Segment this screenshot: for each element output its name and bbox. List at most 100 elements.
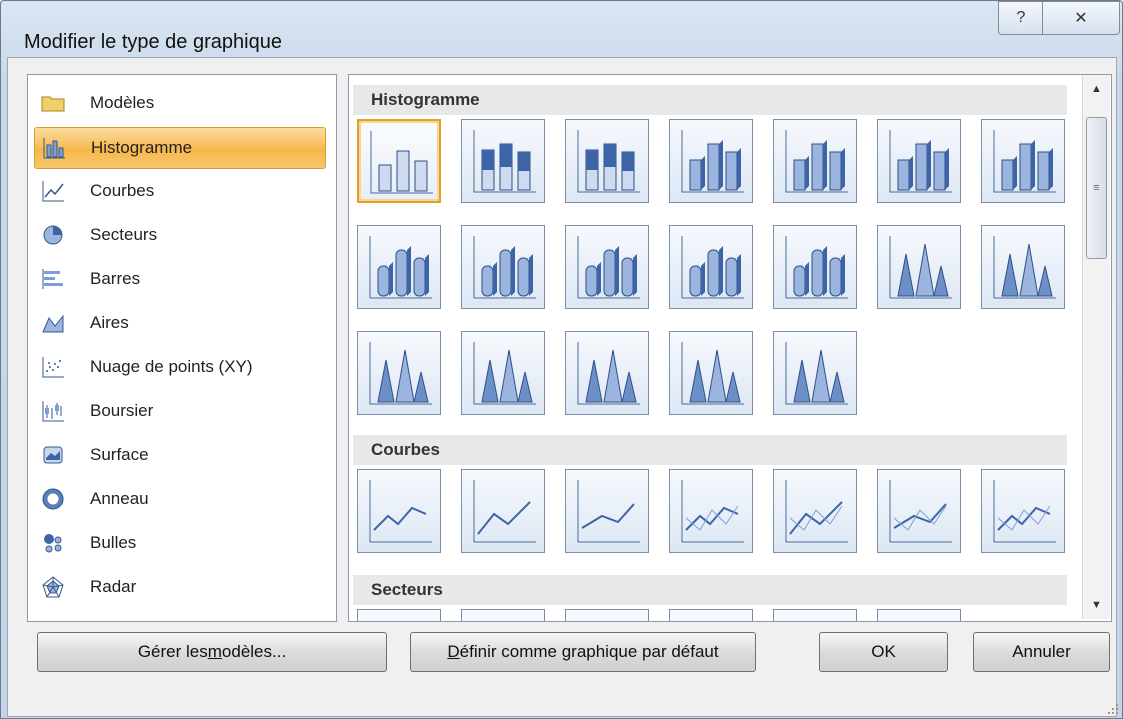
- chart-subtype-icon: [782, 618, 850, 622]
- chart-subtype-thumb[interactable]: [461, 331, 545, 415]
- chart-subtype-icon: [678, 618, 746, 622]
- chart-subtype-thumb[interactable]: [565, 331, 649, 415]
- scroll-up-arrow[interactable]: ▲: [1083, 75, 1110, 103]
- category-item-aires[interactable]: Aires: [34, 303, 324, 343]
- manage-label-post: odèles...: [221, 642, 287, 661]
- chart-subtype-thumb[interactable]: [461, 609, 545, 621]
- category-item-anneau[interactable]: Anneau: [34, 479, 324, 519]
- category-item-modeles[interactable]: Modèles: [34, 83, 324, 123]
- chart-subtype-icon: [577, 236, 640, 299]
- chart-subtype-thumb[interactable]: [461, 119, 545, 203]
- chart-subtype-thumb[interactable]: [669, 225, 753, 309]
- chart-subtype-icon: [681, 480, 744, 543]
- chart-subtype-icon: [993, 480, 1056, 543]
- chart-subtype-icon: [889, 236, 952, 299]
- chart-subtype-thumb[interactable]: [877, 609, 961, 622]
- section-header-histogramme: Histogramme: [353, 85, 1067, 115]
- stock-chart-icon: [40, 398, 66, 424]
- category-item-courbes[interactable]: Courbes: [34, 171, 324, 211]
- category-label: Histogramme: [91, 138, 193, 157]
- chart-subtype-icon: [473, 480, 536, 543]
- category-item-bulles[interactable]: Bulles: [34, 523, 324, 563]
- chart-subtype-thumb[interactable]: [565, 119, 649, 203]
- chart-subtype-icon: [681, 236, 744, 299]
- category-item-surface[interactable]: Surface: [34, 435, 324, 475]
- set-default-chart-button[interactable]: Définir comme graphique par défaut: [410, 632, 756, 672]
- surface-chart-icon: [40, 442, 66, 468]
- folder-icon: [40, 90, 66, 116]
- chart-subtype-thumb[interactable]: [773, 225, 857, 309]
- chart-subtype-gallery: Histogramme Courbes Secteurs: [348, 74, 1112, 622]
- chart-subtype-thumb[interactable]: [669, 119, 753, 203]
- manage-label-pre: Gérer les: [137, 642, 208, 661]
- chart-subtype-thumb[interactable]: [565, 609, 649, 622]
- section-header-secteurs: Secteurs: [353, 575, 1067, 605]
- pie-chart-icon: [40, 222, 66, 248]
- category-label: Radar: [90, 577, 137, 596]
- category-label: Modèles: [90, 93, 155, 112]
- close-button[interactable]: ✕: [1042, 1, 1120, 35]
- category-item-barres[interactable]: Barres: [34, 259, 324, 299]
- chart-subtype-thumb[interactable]: [981, 469, 1065, 553]
- bar-chart-icon: [40, 266, 66, 292]
- chart-subtype-thumb[interactable]: [773, 331, 857, 415]
- chart-subtype-icon: [681, 130, 744, 193]
- default-label-accel: D: [447, 642, 460, 661]
- chart-subtype-icon: [886, 618, 954, 622]
- help-button[interactable]: ?: [998, 1, 1044, 35]
- ok-button[interactable]: OK: [819, 632, 948, 672]
- category-label: Surface: [90, 445, 149, 464]
- gallery-scrollbar[interactable]: ▲ ≡ ▼: [1082, 75, 1110, 619]
- cancel-button[interactable]: Annuler: [973, 632, 1110, 672]
- chart-subtype-icon: [577, 342, 640, 405]
- bubble-chart-icon: [40, 530, 66, 556]
- chart-subtype-thumb[interactable]: [877, 225, 961, 309]
- chart-subtype-icon: [473, 342, 536, 405]
- default-label-post: éfinir comme graphique par défaut: [459, 642, 719, 661]
- chart-subtype-thumb[interactable]: [357, 331, 441, 415]
- chart-subtype-thumb[interactable]: [877, 469, 961, 553]
- category-item-histogramme[interactable]: Histogramme: [34, 127, 326, 169]
- chart-subtype-icon: [889, 130, 952, 193]
- manage-label-accel: m: [207, 642, 222, 661]
- chart-subtype-thumb[interactable]: [357, 469, 441, 553]
- chart-subtype-icon: [577, 480, 640, 543]
- chart-subtype-thumb[interactable]: [981, 119, 1065, 203]
- chart-subtype-thumb[interactable]: [773, 119, 857, 203]
- scatter-chart-icon: [40, 354, 66, 380]
- category-item-nuage[interactable]: Nuage de points (XY): [34, 347, 324, 387]
- chart-subtype-thumb[interactable]: [357, 119, 441, 203]
- category-label: Nuage de points (XY): [90, 357, 253, 376]
- chart-category-list: Modèles Histogramme Courbes Secteurs Bar…: [27, 74, 337, 622]
- chart-subtype-thumb[interactable]: [461, 469, 545, 553]
- chart-subtype-thumb[interactable]: [357, 225, 441, 309]
- scroll-down-arrow[interactable]: ▼: [1083, 591, 1110, 619]
- scroll-thumb[interactable]: ≡: [1086, 117, 1107, 259]
- chart-subtype-icon: [369, 236, 432, 299]
- chart-subtype-icon: [574, 618, 642, 622]
- chart-subtype-thumb[interactable]: [669, 609, 753, 622]
- category-item-secteurs[interactable]: Secteurs: [34, 215, 324, 255]
- chart-subtype-thumb[interactable]: [357, 609, 441, 622]
- chart-subtype-thumb[interactable]: [773, 469, 857, 553]
- chart-subtype-icon: [473, 236, 536, 299]
- manage-templates-button[interactable]: Gérer les m odèles...: [37, 632, 387, 672]
- chart-subtype-thumb[interactable]: [669, 469, 753, 553]
- chart-subtype-thumb[interactable]: [981, 225, 1065, 309]
- chart-subtype-thumb[interactable]: [669, 331, 753, 415]
- resize-grip-icon[interactable]: [1107, 703, 1119, 715]
- chart-subtype-thumb[interactable]: [773, 609, 857, 622]
- chart-subtype-icon: [366, 618, 434, 622]
- chart-subtype-icon: [369, 342, 432, 405]
- title-bar: Modifier le type de graphique ? ✕: [1, 1, 1122, 57]
- category-item-boursier[interactable]: Boursier: [34, 391, 324, 431]
- column-chart-icon: [41, 135, 67, 161]
- chart-subtype-thumb[interactable]: [877, 119, 961, 203]
- category-label: Courbes: [90, 181, 155, 200]
- category-item-radar[interactable]: Radar: [34, 567, 324, 607]
- chart-subtype-thumb[interactable]: [461, 225, 545, 309]
- category-label: Boursier: [90, 401, 154, 420]
- chart-subtype-thumb[interactable]: [565, 225, 649, 309]
- chart-subtype-thumb[interactable]: [565, 469, 649, 553]
- category-label: Secteurs: [90, 225, 158, 244]
